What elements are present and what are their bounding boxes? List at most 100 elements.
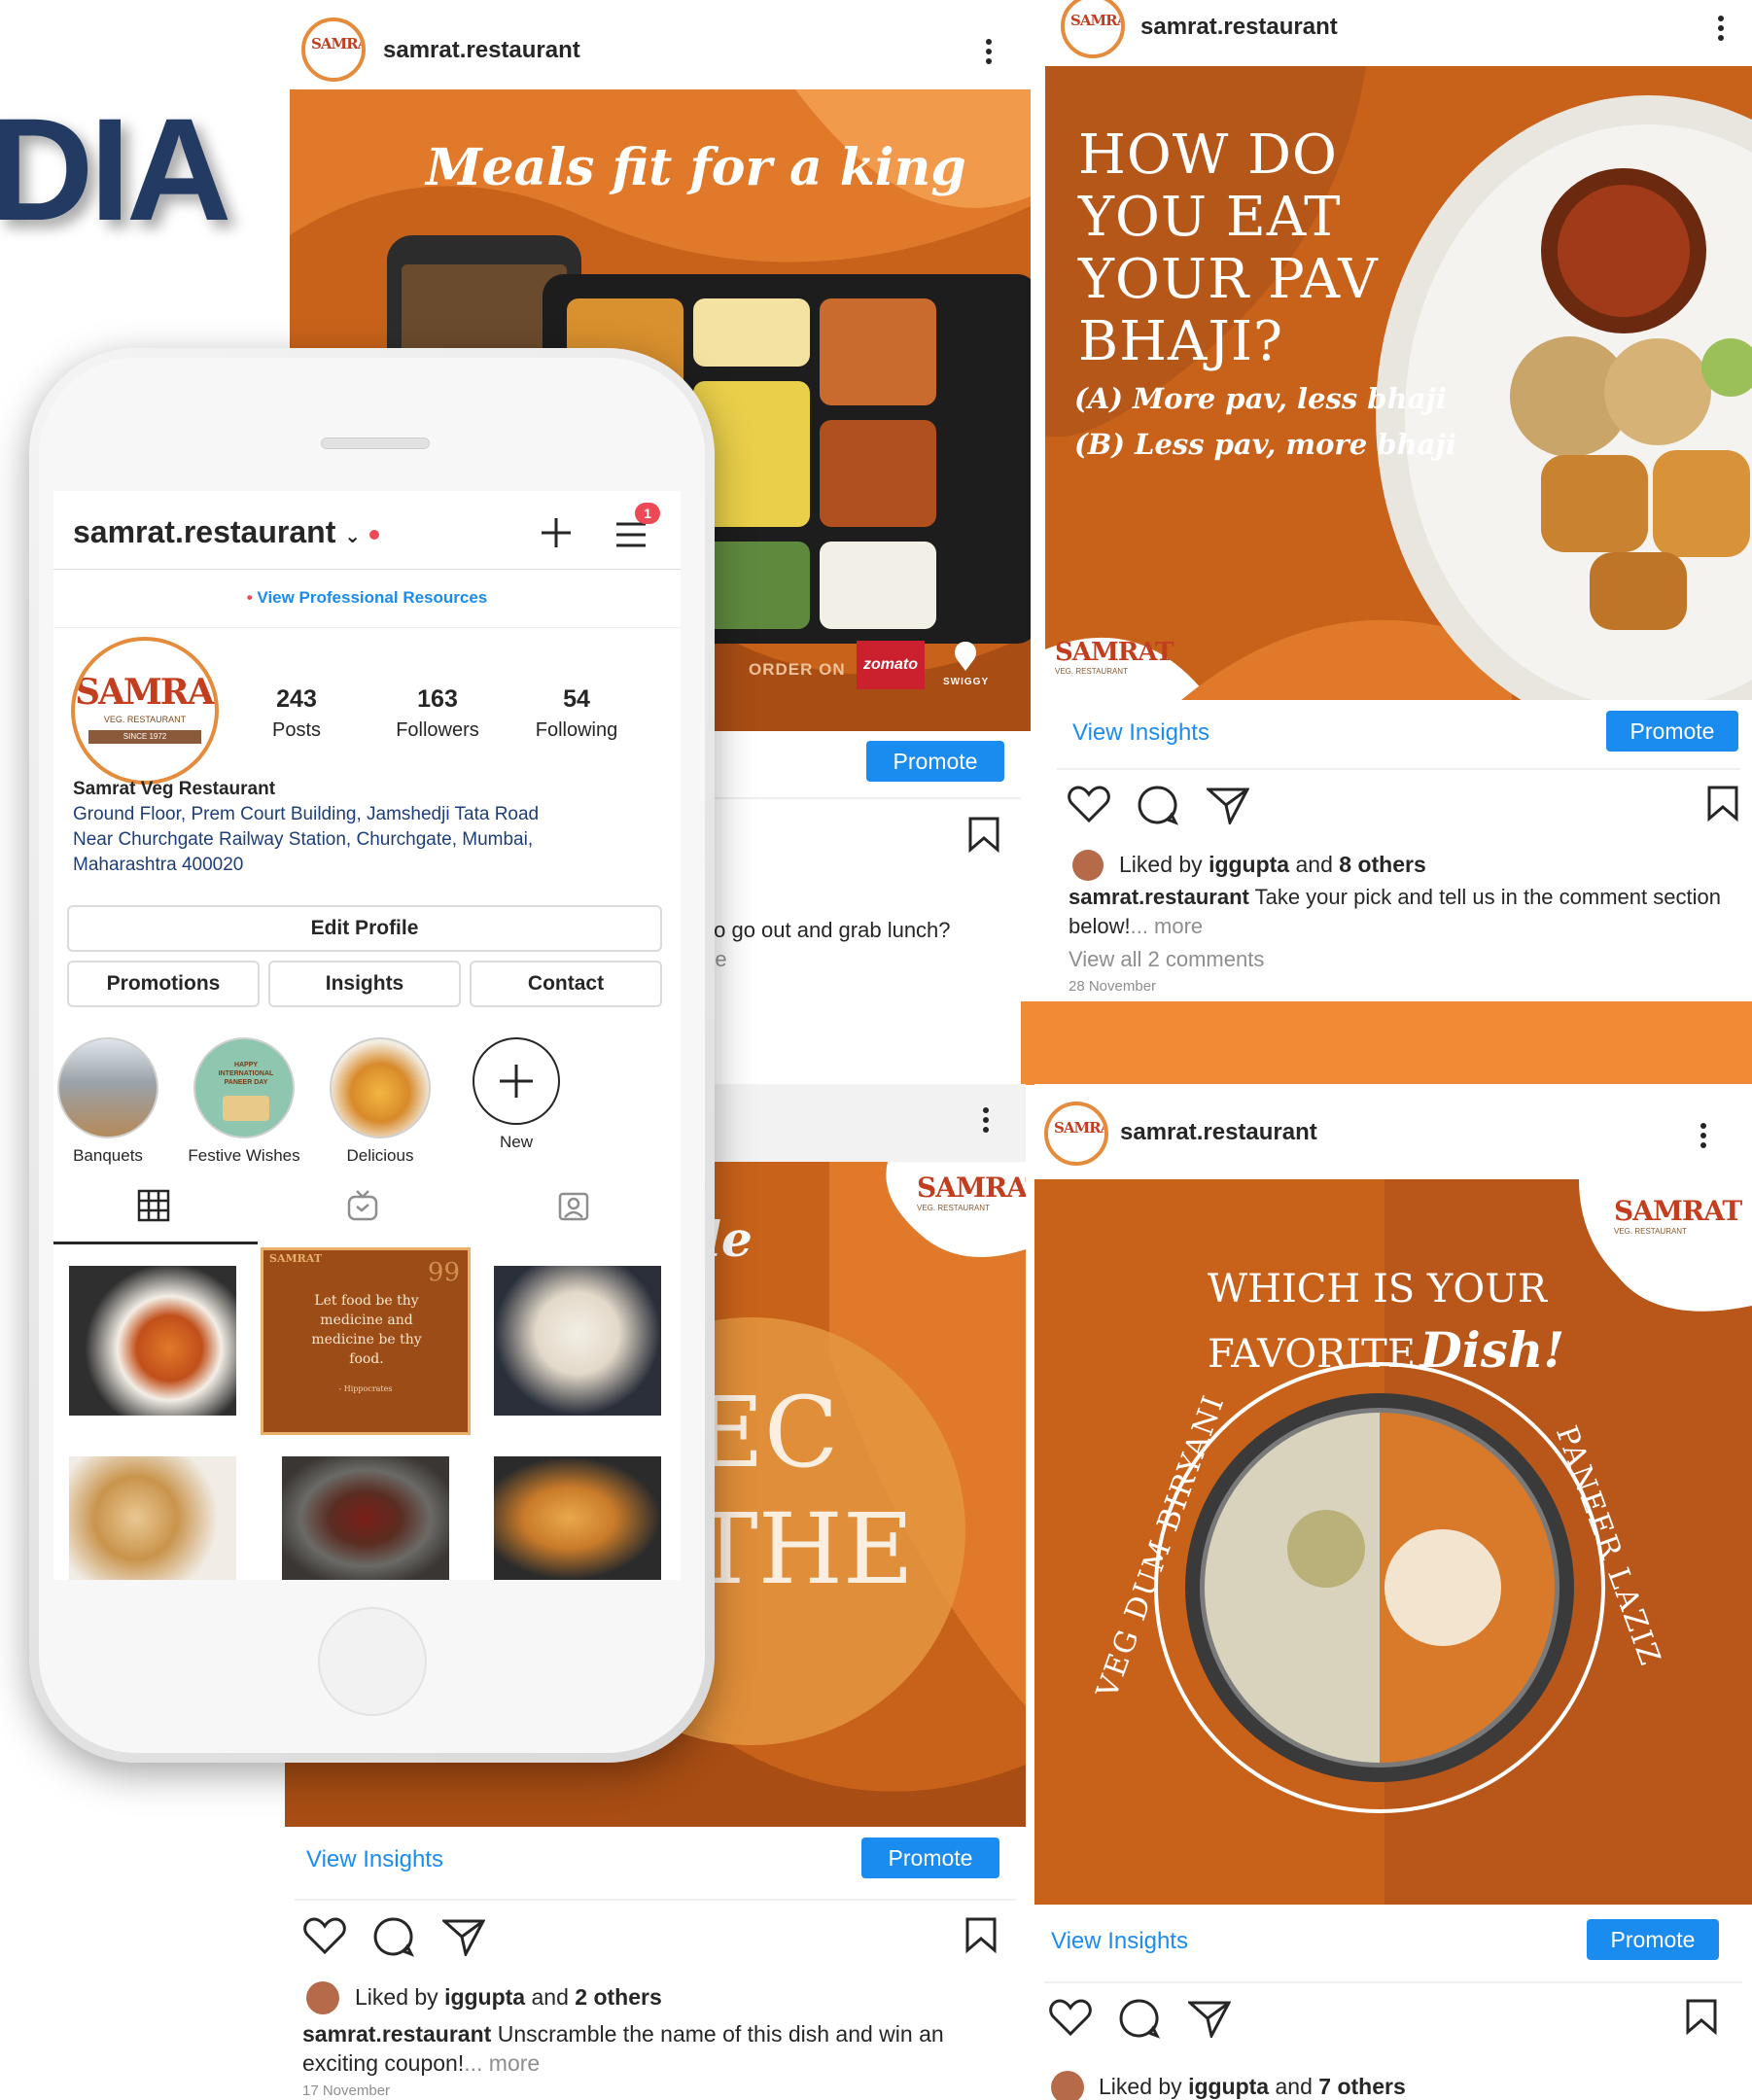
swiggy-label: SWIGGY: [943, 677, 990, 687]
profile-username[interactable]: samrat.restaurant ⌄: [73, 514, 379, 550]
followers-count[interactable]: 163 Followers: [379, 685, 496, 742]
edit-profile-button[interactable]: Edit Profile: [67, 905, 662, 952]
grid-post-thumb[interactable]: [69, 1266, 236, 1416]
grid-post-quote[interactable]: SAMRAT 99 Let food be thy medicine and m…: [261, 1247, 471, 1435]
promote-button[interactable]: Promote: [1587, 1919, 1719, 1960]
avatar-logo-sub: VEG. RESTAURANT: [103, 715, 187, 724]
promote-button[interactable]: Promote: [1606, 711, 1738, 752]
view-insights-link[interactable]: View Insights: [306, 1846, 443, 1873]
more-options-icon[interactable]: [1700, 1123, 1706, 1152]
collage-stage: DIA SAMRAT samrat.restaurant: [0, 0, 1752, 2100]
liked-user[interactable]: iggupta: [1209, 852, 1289, 877]
comment-icon[interactable]: [1137, 784, 1179, 826]
liked-user[interactable]: iggupta: [1188, 2074, 1269, 2099]
comment-icon[interactable]: [372, 1915, 415, 1958]
liked-prefix: Liked by: [1099, 2074, 1182, 2099]
brand-logo-sub: VEG. RESTAURANT: [1614, 1227, 1687, 1236]
liker-avatar: [306, 1981, 339, 2014]
divider: [1057, 768, 1740, 770]
grid-icon[interactable]: [137, 1189, 170, 1222]
grid-post-thumb[interactable]: [494, 1266, 661, 1416]
following-count[interactable]: 54 Following: [518, 685, 635, 742]
share-icon[interactable]: [1188, 1999, 1231, 2038]
order-on-label: ORDER ON: [749, 660, 846, 679]
art-heading-dish: Dish!: [1419, 1321, 1565, 1379]
posts-count-value: 243: [276, 685, 317, 713]
bookmark-icon[interactable]: [1703, 784, 1742, 822]
post-username[interactable]: samrat.restaurant: [383, 37, 580, 64]
post-header: SAMRAT samrat.restaurant: [1045, 0, 1752, 64]
post-card-top-right: SAMRAT samrat.restaurant: [1045, 0, 1752, 1001]
post-username[interactable]: samrat.restaurant: [1120, 1119, 1317, 1146]
chevron-down-icon[interactable]: ⌄: [344, 526, 361, 547]
tagged-icon[interactable]: [557, 1189, 590, 1222]
grid-post-thumb[interactable]: [494, 1456, 661, 1580]
caption-more[interactable]: ... more: [464, 2050, 540, 2076]
profile-avatar[interactable]: SAMRAT: [1044, 1102, 1108, 1166]
add-post-icon[interactable]: [540, 516, 573, 549]
post-username[interactable]: samrat.restaurant: [1140, 14, 1338, 41]
contact-button[interactable]: Contact: [470, 961, 662, 1007]
phone-home-button[interactable]: [318, 1607, 427, 1716]
notification-dot: [368, 529, 379, 540]
promote-button[interactable]: Promote: [866, 741, 1004, 782]
liked-others[interactable]: 2 others: [575, 1984, 661, 2010]
liked-and: and: [1275, 2074, 1313, 2099]
liked-user[interactable]: iggupta: [444, 1984, 525, 2010]
menu-icon[interactable]: [614, 520, 648, 549]
view-insights-link[interactable]: View Insights: [1051, 1928, 1188, 1955]
post-image: SAMRAT VEG. RESTAURANT WHICH IS YOUR FAV…: [1034, 1179, 1752, 1905]
heart-icon[interactable]: [1048, 1999, 1093, 2038]
heart-icon[interactable]: [1067, 786, 1111, 824]
post-caption: samrat.restaurant Take your pick and tel…: [1069, 883, 1730, 941]
grid-post-thumb[interactable]: [282, 1456, 449, 1580]
liked-prefix: Liked by: [1119, 852, 1203, 877]
liked-others[interactable]: 7 others: [1318, 2074, 1405, 2099]
posts-count-label: Posts: [271, 719, 322, 741]
liked-and: and: [531, 1984, 569, 2010]
new-highlight-circle: [473, 1037, 560, 1125]
more-options-icon[interactable]: [1718, 16, 1724, 45]
profile-avatar[interactable]: SAMRAT: [1061, 0, 1125, 58]
promote-button[interactable]: Promote: [861, 1838, 999, 1878]
quote-text: Let food be thy medicine and medicine be…: [311, 1293, 422, 1367]
posts-count[interactable]: 243 Posts: [238, 685, 355, 742]
liked-others[interactable]: 8 others: [1339, 852, 1425, 877]
more-options-icon[interactable]: [986, 39, 992, 68]
heart-icon[interactable]: [302, 1917, 347, 1956]
pro-resources-link[interactable]: • View Professional Resources: [53, 588, 681, 608]
highlight-thumb: HAPPY INTERNATIONAL PANEER DAY: [193, 1037, 295, 1138]
profile-username-text: samrat.restaurant: [73, 514, 336, 549]
caption-username[interactable]: samrat.restaurant: [302, 2021, 491, 2047]
profile-avatar[interactable]: SAMRAT: [301, 18, 366, 82]
bookmark-icon[interactable]: [964, 815, 1003, 854]
post-caption-partial: to go out and grab lunch?: [708, 918, 951, 942]
followers-count-value: 163: [417, 685, 458, 713]
view-insights-link[interactable]: View Insights: [1072, 719, 1209, 747]
liked-by-text: Liked by iggupta and 2 others: [355, 1984, 662, 2011]
bio-address[interactable]: Ground Floor, Prem Court Building, Jamsh…: [73, 802, 539, 878]
bio-address-line: Maharashtra 400020: [73, 855, 244, 875]
highlight-delicious[interactable]: Delicious: [322, 1037, 438, 1166]
highlight-festive-wishes[interactable]: HAPPY INTERNATIONAL PANEER DAY Festive W…: [186, 1037, 302, 1166]
promotions-button[interactable]: Promotions: [67, 961, 260, 1007]
comment-icon[interactable]: [1118, 1997, 1161, 2040]
profile-avatar[interactable]: SAMRAT VEG. RESTAURANT SINCE 1972: [71, 637, 219, 785]
brand-logo-name: SAMRAT: [1055, 638, 1174, 667]
highlight-new[interactable]: New: [458, 1037, 575, 1152]
post-caption: samrat.restaurant Unscramble the name of…: [302, 2019, 1002, 2078]
insights-button[interactable]: Insights: [268, 961, 461, 1007]
grid-post-thumb[interactable]: [69, 1456, 236, 1580]
bookmark-icon[interactable]: [962, 1915, 1000, 1954]
view-comments-link[interactable]: View all 2 comments: [1069, 945, 1264, 974]
caption-username[interactable]: samrat.restaurant: [1069, 885, 1249, 909]
igtv-icon[interactable]: [346, 1189, 379, 1222]
caption-more[interactable]: ... more: [1131, 914, 1204, 938]
share-icon[interactable]: [1207, 786, 1249, 824]
option-a-text: (A) More pav, less bhaji: [1074, 382, 1447, 415]
more-options-icon[interactable]: [983, 1107, 989, 1137]
highlight-banquets[interactable]: Banquets: [53, 1037, 166, 1166]
logo-text: SAMRAT: [1054, 1119, 1104, 1137]
share-icon[interactable]: [442, 1917, 485, 1956]
bookmark-icon[interactable]: [1682, 1997, 1721, 2036]
